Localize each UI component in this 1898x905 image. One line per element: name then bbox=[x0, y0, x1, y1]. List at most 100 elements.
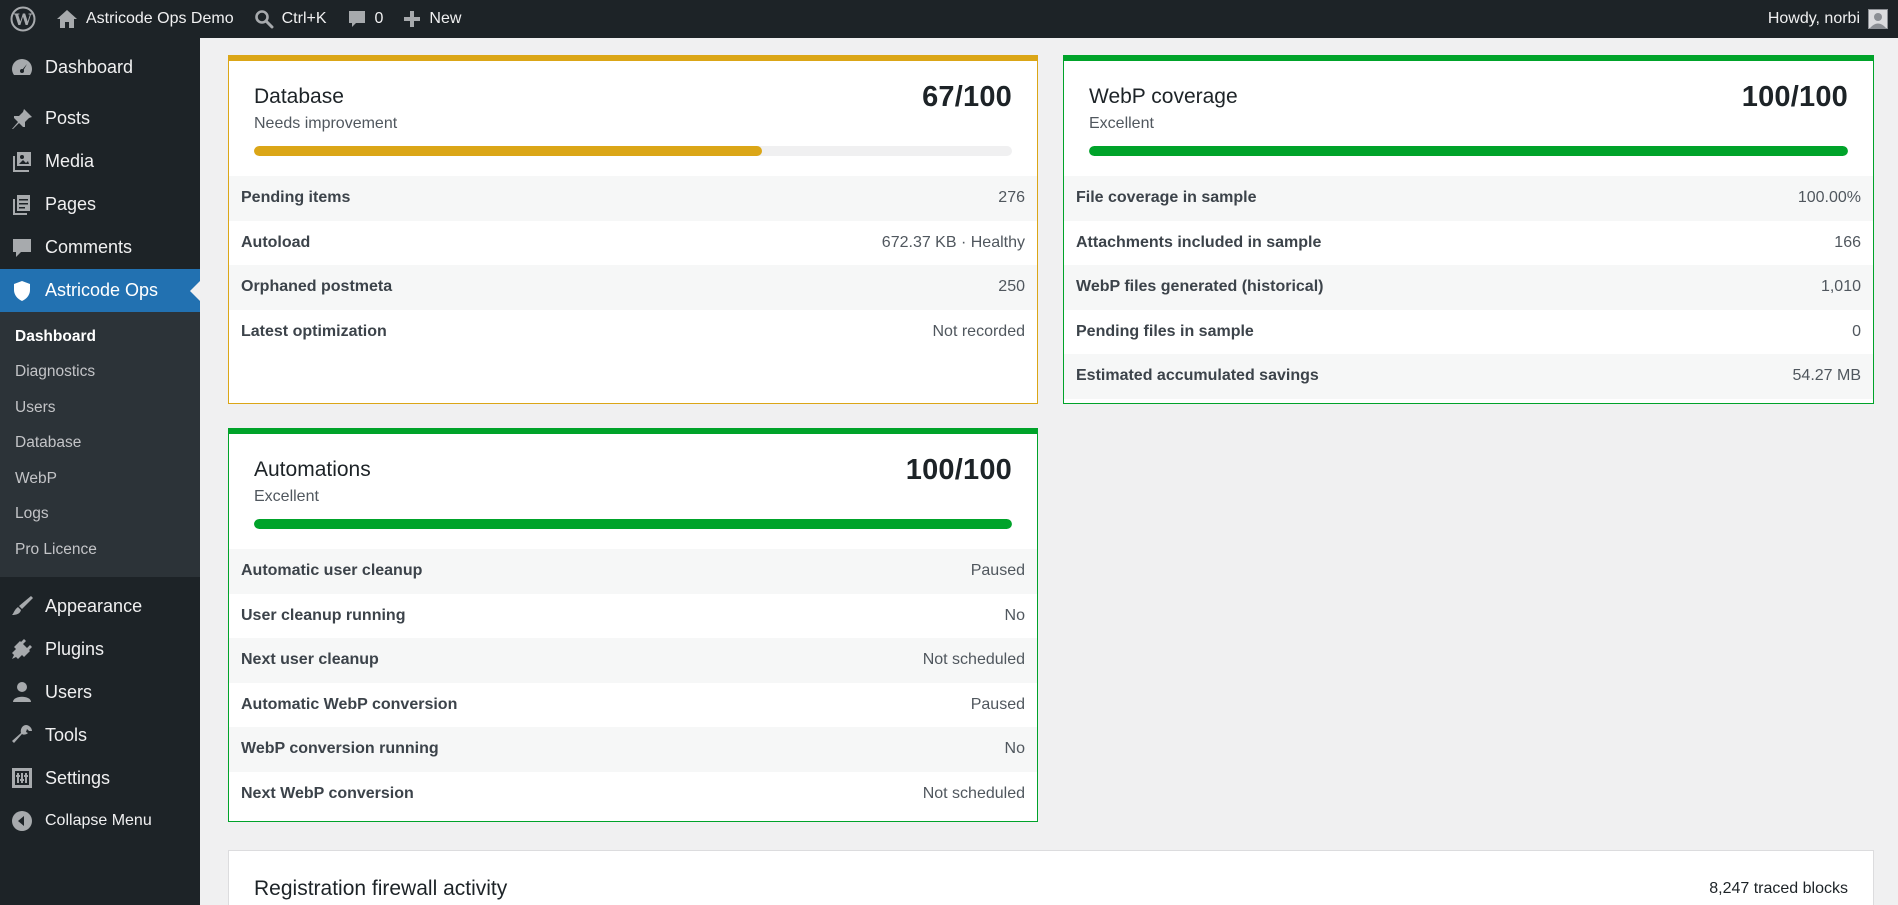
comments-count: 0 bbox=[374, 10, 384, 27]
admin-sidebar: Dashboard Posts Media Pages Comments Ast… bbox=[0, 38, 200, 905]
account-menu[interactable]: Howdy, norbi bbox=[1768, 9, 1898, 29]
sidebar-item-media[interactable]: Media bbox=[0, 140, 200, 183]
sidebar-item-label: Tools bbox=[45, 724, 88, 745]
user-icon bbox=[13, 682, 31, 702]
sidebar-item-label: Plugins bbox=[45, 638, 105, 659]
sidebar-item-users[interactable]: Users bbox=[0, 671, 200, 714]
comment-icon bbox=[348, 11, 365, 27]
search-shortcut-button[interactable]: Ctrl+K bbox=[244, 0, 337, 38]
metrics-table: Pending items 276 Autoload 672.37 KB · Hea… bbox=[229, 176, 1037, 354]
submenu-item-pro-licence[interactable]: Pro Licence bbox=[0, 532, 200, 568]
table-row: Pending items 276 bbox=[229, 176, 1037, 221]
avatar bbox=[1868, 9, 1888, 29]
row-label: Pending files in sample bbox=[1076, 322, 1254, 340]
sidebar-item-label: Dashboard bbox=[45, 57, 134, 77]
settings-icon bbox=[12, 768, 32, 788]
comment-icon bbox=[13, 238, 31, 257]
row-label: Attachments included in sample bbox=[1076, 233, 1322, 251]
row-label: User cleanup running bbox=[241, 606, 406, 624]
row-label: WebP conversion running bbox=[241, 740, 439, 758]
row-value: 276 bbox=[998, 189, 1025, 207]
table-row: Automatic WebP conversion Paused bbox=[229, 683, 1037, 728]
sidebar-item-posts[interactable]: Posts bbox=[0, 97, 200, 140]
row-label: Orphaned postmeta bbox=[241, 278, 393, 296]
dashboard-icon bbox=[12, 58, 32, 75]
table-row: WebP files generated (historical) 1,010 bbox=[1064, 265, 1873, 310]
sidebar-item-label: Comments bbox=[45, 237, 133, 257]
sidebar-item-appearance[interactable]: Appearance bbox=[0, 585, 200, 628]
sidebar-item-label: Collapse Menu bbox=[45, 812, 152, 829]
row-value: No bbox=[1004, 606, 1025, 624]
traced-blocks-count: 8,247 traced blocks bbox=[1709, 880, 1848, 897]
card-score: 100/100 bbox=[905, 454, 1012, 486]
search-icon bbox=[254, 10, 274, 29]
wordpress-logo-button[interactable]: W bbox=[0, 0, 46, 38]
card-score: 100/100 bbox=[1741, 81, 1848, 113]
row-label: Next WebP conversion bbox=[241, 784, 414, 802]
sidebar-item-label: Settings bbox=[45, 767, 111, 788]
table-row: Orphaned postmeta 250 bbox=[229, 265, 1037, 310]
card-title: WebP coverage bbox=[1089, 85, 1238, 108]
sidebar-item-label: Posts bbox=[45, 108, 91, 128]
table-row: Autoload 672.37 KB · Healthy bbox=[229, 221, 1037, 266]
comments-button[interactable]: 0 bbox=[337, 0, 394, 38]
card-status: Needs improvement bbox=[254, 115, 398, 132]
row-value: 100.00% bbox=[1797, 189, 1861, 207]
card-status: Excellent bbox=[254, 488, 319, 505]
site-name-link[interactable]: Astricode Ops Demo bbox=[46, 0, 244, 38]
metrics-table: Automatic user cleanup Paused User cleanu… bbox=[229, 549, 1037, 816]
row-value: 250 bbox=[998, 278, 1025, 296]
row-value: 54.27 MB bbox=[1792, 367, 1861, 385]
table-row: Next user cleanup Not scheduled bbox=[229, 638, 1037, 683]
firewall-card: Registration firewall activity 8,247 tra… bbox=[228, 850, 1874, 905]
submenu-item-logs[interactable]: Logs bbox=[0, 497, 200, 533]
progress-fill bbox=[1089, 146, 1848, 156]
submenu-item-database[interactable]: Database bbox=[0, 426, 200, 462]
database-card: Database Needs improvement 67/100 Pendin… bbox=[228, 55, 1038, 404]
collapse-menu-button[interactable]: Collapse Menu bbox=[0, 800, 200, 843]
plug-icon bbox=[12, 639, 32, 659]
metrics-table: File coverage in sample 100.00% Attachmen… bbox=[1064, 176, 1873, 399]
row-label: Automatic user cleanup bbox=[241, 562, 423, 580]
media-icon bbox=[13, 151, 31, 172]
row-label: Estimated accumulated savings bbox=[1076, 367, 1319, 385]
row-label: File coverage in sample bbox=[1076, 189, 1257, 207]
table-row: Next WebP conversion Not scheduled bbox=[229, 772, 1037, 817]
wrench-icon bbox=[12, 725, 32, 743]
wordpress-icon: W bbox=[10, 6, 36, 32]
table-row: User cleanup running No bbox=[229, 594, 1037, 639]
sidebar-item-tools[interactable]: Tools bbox=[0, 714, 200, 757]
submenu-item-users[interactable]: Users bbox=[0, 390, 200, 426]
table-row: Pending files in sample 0 bbox=[1064, 310, 1873, 355]
webp-card: WebP coverage Excellent 100/100 File cov… bbox=[1063, 55, 1874, 404]
sidebar-item-pages[interactable]: Pages bbox=[0, 183, 200, 226]
row-value: No bbox=[1004, 740, 1025, 758]
table-row: Latest optimization Not recorded bbox=[229, 310, 1037, 355]
table-row: WebP conversion running No bbox=[229, 727, 1037, 772]
new-content-button[interactable]: New bbox=[393, 0, 471, 38]
progress-bar bbox=[1089, 146, 1848, 156]
sidebar-item-comments[interactable]: Comments bbox=[0, 226, 200, 269]
automations-card: Automations Excellent 100/100 Automatic … bbox=[228, 428, 1038, 822]
row-value: Not scheduled bbox=[922, 784, 1025, 802]
submenu-item-diagnostics[interactable]: Diagnostics bbox=[0, 355, 200, 391]
row-label: Latest optimization bbox=[241, 322, 387, 340]
sidebar-item-settings[interactable]: Settings bbox=[0, 757, 200, 800]
sidebar-item-plugins[interactable]: Plugins bbox=[0, 628, 200, 671]
sidebar-item-dashboard[interactable]: Dashboard bbox=[0, 46, 200, 89]
table-row: Automatic user cleanup Paused bbox=[229, 549, 1037, 594]
progress-bar bbox=[254, 519, 1012, 529]
plus-icon bbox=[404, 11, 421, 27]
row-label: Autoload bbox=[241, 233, 311, 251]
search-shortcut-label: Ctrl+K bbox=[281, 10, 327, 27]
pages-icon bbox=[13, 194, 30, 215]
sidebar-item-label: Astricode Ops bbox=[45, 280, 159, 300]
row-value: 672.37 KB · Healthy bbox=[881, 233, 1025, 251]
sidebar-item-astricode-ops[interactable]: Astricode Ops bbox=[0, 269, 200, 312]
card-score: 67/100 bbox=[922, 81, 1012, 113]
submenu-item-webp[interactable]: WebP bbox=[0, 461, 200, 497]
card-title: Automations bbox=[254, 458, 371, 481]
brush-icon bbox=[12, 596, 33, 615]
new-label: New bbox=[429, 10, 462, 27]
submenu-item-dashboard[interactable]: Dashboard bbox=[0, 319, 200, 355]
